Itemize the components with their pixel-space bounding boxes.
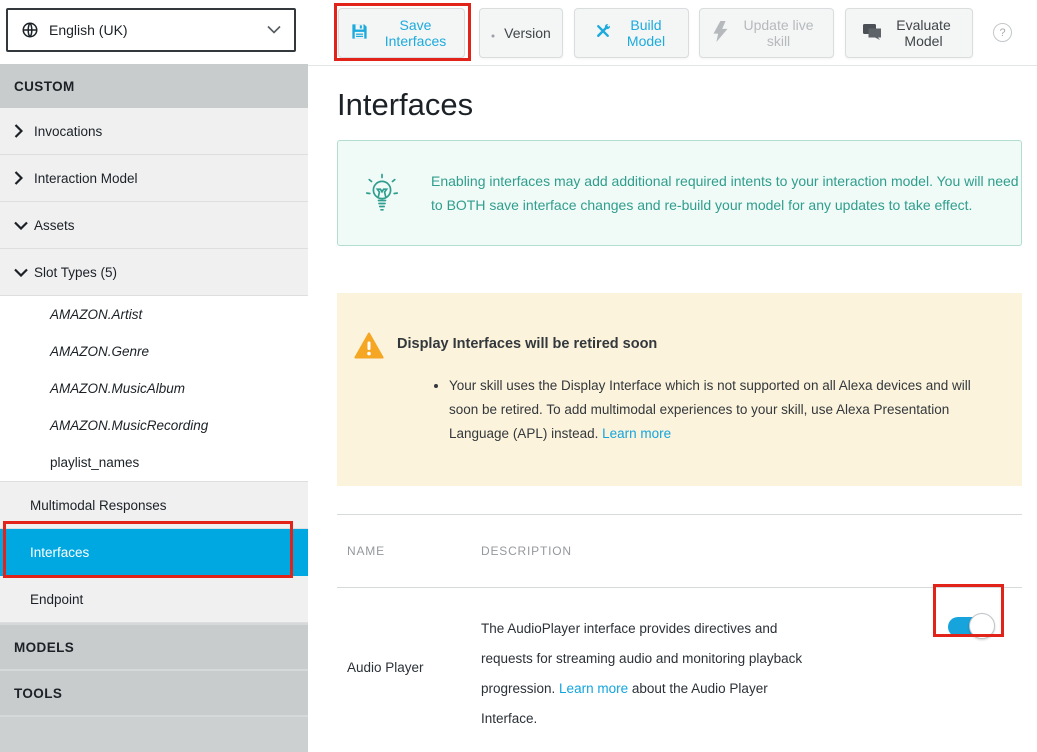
update-live-skill-label: Update live skill (737, 17, 821, 49)
lightbulb-icon (365, 172, 399, 214)
update-live-skill-button[interactable]: Update live skill (699, 8, 834, 58)
chat-bubbles-icon (862, 23, 882, 43)
alexa-developer-console: English (UK) CUSTOM Invocations Interact… (0, 0, 1037, 752)
language-selector-value: English (UK) (49, 22, 267, 38)
sidebar-item-interfaces[interactable]: Interfaces (0, 529, 308, 576)
interfaces-table-header: NAME DESCRIPTION (337, 515, 1022, 587)
description-learn-more-link[interactable]: Learn more (559, 681, 628, 696)
chevron-down-icon (267, 21, 281, 39)
language-selector[interactable]: English (UK) (6, 8, 296, 52)
audio-player-toggle[interactable] (948, 617, 990, 637)
save-interfaces-button[interactable]: Save Interfaces (338, 8, 465, 58)
toggle-cell (948, 600, 990, 734)
sidebar-item-assets[interactable]: Assets (0, 202, 308, 249)
column-header-name: NAME (337, 544, 481, 558)
warning-bullet-list: Your skill uses the Display Interface wh… (449, 374, 984, 446)
sidebar-item-label: Slot Types (5) (34, 265, 117, 280)
warning-title: Display Interfaces will be retired soon (397, 336, 657, 359)
info-banner: Enabling interfaces may add additional r… (337, 140, 1022, 246)
slot-type-playlist-names[interactable]: playlist_names (0, 444, 308, 481)
sidebar-item-label: Invocations (34, 124, 102, 139)
slot-type-amazon-musicrecording[interactable]: AMAZON.MusicRecording (0, 407, 308, 444)
help-icon[interactable]: ? (993, 23, 1012, 42)
version-dot-icon (491, 25, 495, 41)
slot-type-list: AMAZON.Artist AMAZON.Genre AMAZON.MusicA… (0, 296, 308, 482)
version-button[interactable]: Version (479, 8, 563, 58)
slot-type-amazon-artist[interactable]: AMAZON.Artist (0, 296, 308, 333)
table-row: Audio Player The AudioPlayer interface p… (337, 588, 1022, 752)
save-icon (350, 22, 369, 44)
sidebar-item-label: Assets (34, 218, 75, 233)
sidebar-item-multimodal-responses[interactable]: Multimodal Responses (0, 482, 308, 529)
evaluate-model-label: Evaluate Model (891, 17, 957, 49)
sidebar-item-slot-types[interactable]: Slot Types (5) (0, 249, 308, 296)
build-tools-icon (593, 21, 613, 44)
toggle-knob (969, 613, 995, 639)
build-model-label: Build Model (622, 17, 670, 49)
warning-bullet-text: Your skill uses the Display Interface wh… (449, 378, 971, 441)
sidebar-item-interaction-model[interactable]: Interaction Model (0, 155, 308, 202)
slot-type-amazon-genre[interactable]: AMAZON.Genre (0, 333, 308, 370)
build-model-button[interactable]: Build Model (574, 8, 689, 58)
lightning-icon (713, 21, 728, 45)
column-header-description: DESCRIPTION (481, 544, 572, 558)
info-banner-text: Enabling interfaces may add additional r… (431, 169, 1021, 217)
page-title: Interfaces (337, 87, 1022, 123)
chevron-down-icon (14, 221, 34, 230)
evaluate-model-button[interactable]: Evaluate Model (845, 8, 973, 58)
interface-name: Audio Player (337, 660, 481, 675)
version-label: Version (504, 25, 551, 41)
sidebar-section-models[interactable]: MODELS (0, 623, 308, 669)
sidebar: English (UK) CUSTOM Invocations Interact… (0, 0, 308, 752)
sidebar-top: English (UK) (0, 0, 308, 64)
sidebar-item-label: Interaction Model (34, 171, 138, 186)
chevron-right-icon (14, 171, 34, 185)
sidebar-filler (0, 715, 308, 752)
globe-icon (21, 21, 39, 39)
save-interfaces-label: Save Interfaces (378, 17, 454, 49)
chevron-right-icon (14, 124, 34, 138)
warning-bullet-item: Your skill uses the Display Interface wh… (449, 374, 984, 446)
chevron-down-icon (14, 268, 34, 277)
sidebar-item-endpoint[interactable]: Endpoint (0, 576, 308, 623)
content-area: Interfaces Enabling interfaces may add a… (308, 87, 1037, 752)
toolbar: Save Interfaces Version Build Model (308, 0, 1037, 66)
warning-learn-more-link[interactable]: Learn more (602, 426, 671, 441)
sidebar-section-custom: CUSTOM (0, 64, 308, 108)
main-panel: Save Interfaces Version Build Model (308, 0, 1037, 752)
interface-description: The AudioPlayer interface provides direc… (481, 600, 826, 734)
slot-type-amazon-musicalbum[interactable]: AMAZON.MusicAlbum (0, 370, 308, 407)
warning-banner: Display Interfaces will be retired soon … (337, 293, 1022, 486)
sidebar-item-invocations[interactable]: Invocations (0, 108, 308, 155)
warning-triangle-icon (354, 332, 384, 359)
sidebar-section-tools[interactable]: TOOLS (0, 669, 308, 715)
